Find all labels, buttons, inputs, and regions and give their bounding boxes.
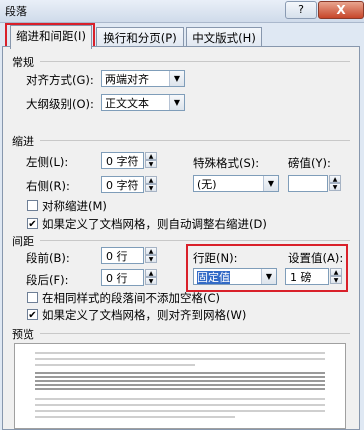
alignment-combo[interactable]: 两端对齐 ▼ xyxy=(101,70,185,87)
spin-up-icon[interactable]: ▲ xyxy=(145,152,157,160)
spin-up-icon[interactable]: ▲ xyxy=(145,269,157,277)
indent-by-label: 磅值(Y): xyxy=(288,156,331,170)
spacing-at-spinner[interactable]: ▲ ▼ xyxy=(330,268,342,285)
indent-by-input[interactable] xyxy=(288,175,328,192)
help-button[interactable]: ? xyxy=(285,1,317,19)
tab-asian-typography[interactable]: 中文版式(H) xyxy=(186,27,262,48)
section-preview-label: 预览 xyxy=(12,328,34,341)
preview-line xyxy=(35,372,325,374)
no-space-same-style-label: 在相同样式的段落间不添加空格(C) xyxy=(42,291,221,305)
snap-to-grid-label: 如果定义了文档网格，则对齐到网格(W) xyxy=(42,308,247,322)
special-format-combo[interactable]: (无) ▼ xyxy=(193,175,279,192)
spin-down-icon[interactable]: ▼ xyxy=(145,184,157,192)
outline-level-label: 大纲级别(O): xyxy=(26,97,94,111)
spacing-after-label: 段后(F): xyxy=(26,273,69,287)
window-title: 段落 xyxy=(5,5,27,18)
alignment-label: 对齐方式(G): xyxy=(26,73,94,87)
preview-line xyxy=(35,384,325,386)
spin-down-icon[interactable]: ▼ xyxy=(145,277,157,285)
special-format-label: 特殊格式(S): xyxy=(193,156,260,170)
section-indent-divider xyxy=(40,140,350,141)
spacing-after-input[interactable]: 0 行 xyxy=(101,269,144,286)
indent-right-label: 右侧(R): xyxy=(26,179,70,193)
spin-down-icon[interactable]: ▼ xyxy=(330,276,342,284)
chevron-down-icon[interactable]: ▼ xyxy=(263,176,278,191)
preview-line xyxy=(35,404,325,406)
preview-line xyxy=(35,380,325,382)
preview-line xyxy=(35,416,235,418)
spin-up-icon[interactable]: ▲ xyxy=(145,247,157,255)
no-space-same-style-checkbox[interactable] xyxy=(27,292,38,303)
preview-line xyxy=(35,410,325,412)
indent-left-label: 左侧(L): xyxy=(26,155,69,169)
spacing-before-input[interactable]: 0 行 xyxy=(101,247,144,264)
spacing-at-label: 设置值(A): xyxy=(288,251,344,265)
spacing-at-input[interactable]: 1 磅 xyxy=(285,268,329,285)
auto-adjust-indent-label: 如果定义了文档网格，则自动调整右缩进(D) xyxy=(42,217,267,231)
tab-line-page-breaks[interactable]: 换行和分页(P) xyxy=(96,27,184,48)
preview-line xyxy=(35,364,195,366)
line-spacing-value: 固定值 xyxy=(197,271,230,284)
spin-down-icon[interactable]: ▼ xyxy=(145,255,157,263)
preview-line xyxy=(35,388,325,390)
section-preview-divider xyxy=(40,333,350,334)
outline-level-value: 正文文本 xyxy=(105,97,149,110)
chevron-down-icon[interactable]: ▼ xyxy=(169,71,184,86)
preview-line xyxy=(35,398,325,400)
outline-level-combo[interactable]: 正文文本 ▼ xyxy=(101,94,185,111)
indent-right-spinner[interactable]: ▲ ▼ xyxy=(145,176,157,193)
section-spacing-label: 间距 xyxy=(12,235,34,248)
alignment-value: 两端对齐 xyxy=(105,73,149,86)
indent-left-input[interactable]: 0 字符 xyxy=(101,152,144,169)
preview-line xyxy=(35,376,325,378)
indent-by-spinner[interactable]: ▲ ▼ xyxy=(329,175,341,192)
line-spacing-label: 行距(N): xyxy=(193,251,238,265)
mirror-indent-checkbox[interactable] xyxy=(27,200,38,211)
spacing-after-spinner[interactable]: ▲ ▼ xyxy=(145,269,157,286)
chevron-down-icon[interactable]: ▼ xyxy=(261,269,276,284)
tab-indent-spacing[interactable]: 缩进和间距(I) xyxy=(10,25,92,49)
snap-to-grid-checkbox[interactable]: ✔ xyxy=(27,309,38,321)
section-spacing-divider xyxy=(40,240,350,241)
spin-up-icon[interactable]: ▲ xyxy=(145,176,157,184)
spin-down-icon[interactable]: ▼ xyxy=(145,160,157,168)
spin-up-icon[interactable]: ▲ xyxy=(329,175,341,183)
spacing-before-spinner[interactable]: ▲ ▼ xyxy=(145,247,157,264)
section-indent-label: 缩进 xyxy=(12,135,34,148)
section-general-divider xyxy=(40,61,350,62)
spin-down-icon[interactable]: ▼ xyxy=(329,183,341,191)
spacing-before-label: 段前(B): xyxy=(26,251,70,265)
title-bar: 段落 ? X xyxy=(0,0,364,23)
indent-left-spinner[interactable]: ▲ ▼ xyxy=(145,152,157,169)
preview-pane xyxy=(14,343,346,429)
spin-up-icon[interactable]: ▲ xyxy=(330,268,342,276)
close-button[interactable]: X xyxy=(318,1,364,19)
special-format-value: (无) xyxy=(197,178,217,191)
section-general-label: 常规 xyxy=(12,56,34,69)
preview-line xyxy=(35,358,325,360)
auto-adjust-indent-checkbox[interactable]: ✔ xyxy=(27,218,38,230)
indent-right-input[interactable]: 0 字符 xyxy=(101,176,144,193)
mirror-indent-label: 对称缩进(M) xyxy=(42,199,107,213)
chevron-down-icon[interactable]: ▼ xyxy=(169,95,184,110)
line-spacing-combo[interactable]: 固定值 ▼ xyxy=(193,268,277,285)
preview-line xyxy=(35,352,325,354)
